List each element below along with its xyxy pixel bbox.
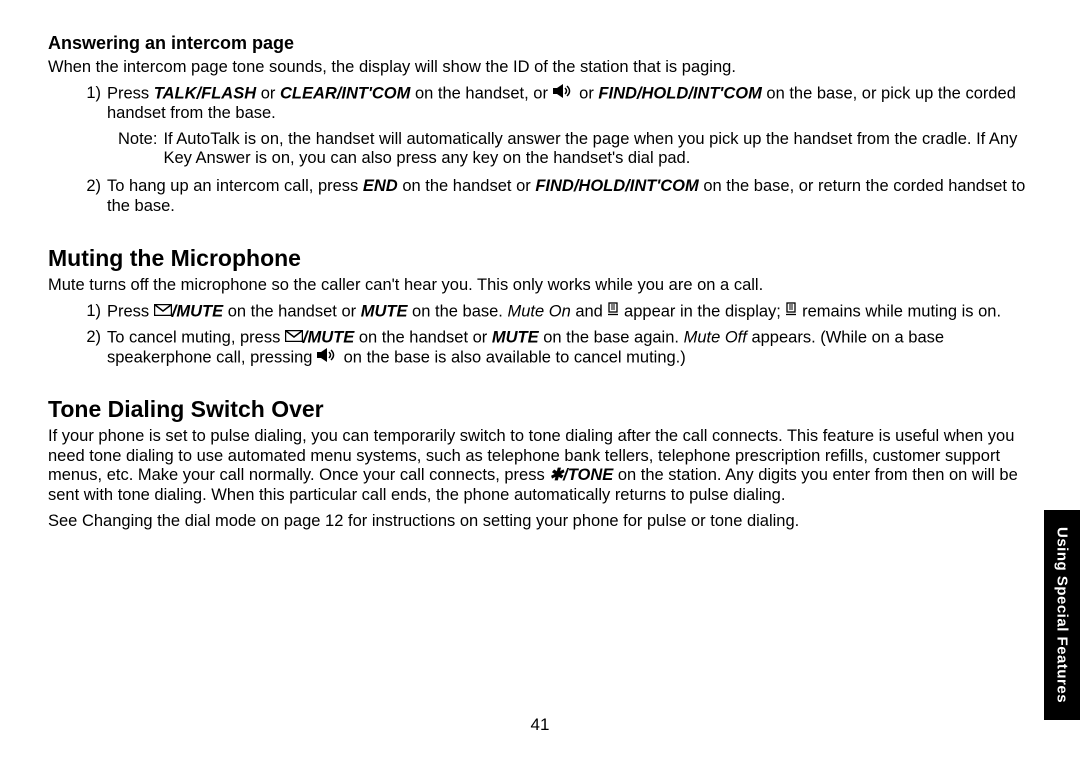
speaker-icon	[553, 84, 575, 104]
item-text: Press /MUTE on the handset or MUTE on th…	[107, 302, 1032, 322]
page-number: 41	[0, 715, 1080, 735]
list-item: 2) To hang up an intercom call, press EN…	[83, 177, 1032, 217]
list-item: 2) To cancel muting, press /MUTE on the …	[83, 328, 1032, 368]
muting-heading: Muting the Microphone	[48, 245, 1032, 272]
speaker-icon	[317, 348, 339, 368]
item-text: To hang up an intercom call, press END o…	[107, 177, 1032, 217]
tone-dialing-para: If your phone is set to pulse dialing, y…	[48, 427, 1032, 506]
answering-list: 1) Press TALK/FLASH or CLEAR/INT'COM on …	[83, 84, 1032, 217]
item-number: 1)	[83, 84, 107, 124]
note-text: If AutoTalk is on, the handset will auto…	[163, 130, 1032, 170]
note-block: Note: If AutoTalk is on, the handset wil…	[118, 130, 1032, 170]
muting-intro: Mute turns off the microphone so the cal…	[48, 276, 1032, 296]
envelope-icon	[154, 302, 172, 322]
item-text: Press TALK/FLASH or CLEAR/INT'COM on the…	[107, 84, 1032, 124]
item-number: 1)	[83, 302, 107, 322]
tone-dialing-see: See Changing the dial mode on page 12 fo…	[48, 512, 1032, 532]
list-item: 1) Press TALK/FLASH or CLEAR/INT'COM on …	[83, 84, 1032, 124]
side-tab: Using Special Features	[1044, 510, 1080, 720]
list-item: 1) Press /MUTE on the handset or MUTE on…	[83, 302, 1032, 322]
side-tab-label: Using Special Features	[1054, 527, 1071, 703]
tone-dialing-heading: Tone Dialing Switch Over	[48, 396, 1032, 423]
answering-intro: When the intercom page tone sounds, the …	[48, 58, 1032, 78]
mute-indicator-icon	[607, 302, 619, 322]
answering-heading: Answering an intercom page	[48, 33, 1032, 54]
item-text: To cancel muting, press /MUTE on the han…	[107, 328, 1032, 368]
item-number: 2)	[83, 328, 107, 368]
muting-list: 1) Press /MUTE on the handset or MUTE on…	[83, 302, 1032, 368]
item-number: 2)	[83, 177, 107, 217]
envelope-icon	[285, 328, 303, 348]
note-label: Note:	[118, 130, 163, 170]
mute-indicator-icon	[785, 302, 797, 322]
